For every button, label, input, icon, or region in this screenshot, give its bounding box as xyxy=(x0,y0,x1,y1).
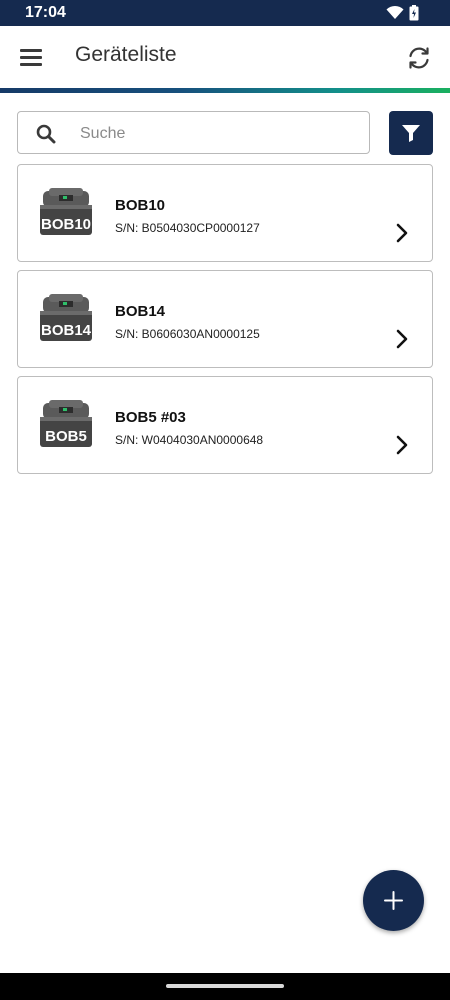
device-serial: S/N: W0404030AN0000648 xyxy=(115,433,264,447)
device-thumbnail: BOB10 xyxy=(40,188,92,235)
status-bar: 17:04 xyxy=(0,0,450,26)
device-badge-text: BOB14 xyxy=(41,322,92,339)
device-badge-text: BOB5 xyxy=(45,428,87,445)
menu-icon[interactable] xyxy=(20,49,42,67)
device-name: BOB10 xyxy=(115,197,166,214)
home-gesture-handle[interactable] xyxy=(166,984,284,988)
status-time: 17:04 xyxy=(25,4,66,21)
device-serial: S/N: B0606030AN0000125 xyxy=(115,327,260,341)
wifi-icon xyxy=(386,5,404,25)
header-accent-bar xyxy=(0,88,450,93)
filter-button[interactable] xyxy=(389,111,433,155)
device-name: BOB5 #03 xyxy=(115,409,186,426)
chevron-right-icon xyxy=(396,329,408,349)
search-icon xyxy=(36,124,56,149)
device-card[interactable]: BOB5 BOB5 #03 S/N: W0404030AN0000648 xyxy=(17,376,433,474)
system-nav-bar xyxy=(0,973,450,1000)
device-badge-text: BOB10 xyxy=(41,216,91,233)
app-bar: Geräteliste xyxy=(0,26,450,88)
sync-icon[interactable] xyxy=(406,45,432,76)
device-thumbnail: BOB5 xyxy=(40,400,92,447)
search-input[interactable] xyxy=(78,120,362,148)
chevron-right-icon xyxy=(396,435,408,455)
device-card[interactable]: BOB14 BOB14 S/N: B0606030AN0000125 xyxy=(17,270,433,368)
chevron-right-icon xyxy=(396,223,408,243)
add-device-button[interactable] xyxy=(363,870,424,931)
search-field[interactable] xyxy=(17,111,370,154)
page-title: Geräteliste xyxy=(75,43,177,66)
device-thumbnail: BOB14 xyxy=(40,294,92,341)
filter-icon xyxy=(402,125,420,142)
battery-icon xyxy=(409,5,419,26)
plus-icon xyxy=(384,891,403,910)
device-name: BOB14 xyxy=(115,303,166,320)
device-serial: S/N: B0504030CP0000127 xyxy=(115,221,260,235)
device-card[interactable]: BOB10 BOB10 S/N: B0504030CP0000127 xyxy=(17,164,433,262)
